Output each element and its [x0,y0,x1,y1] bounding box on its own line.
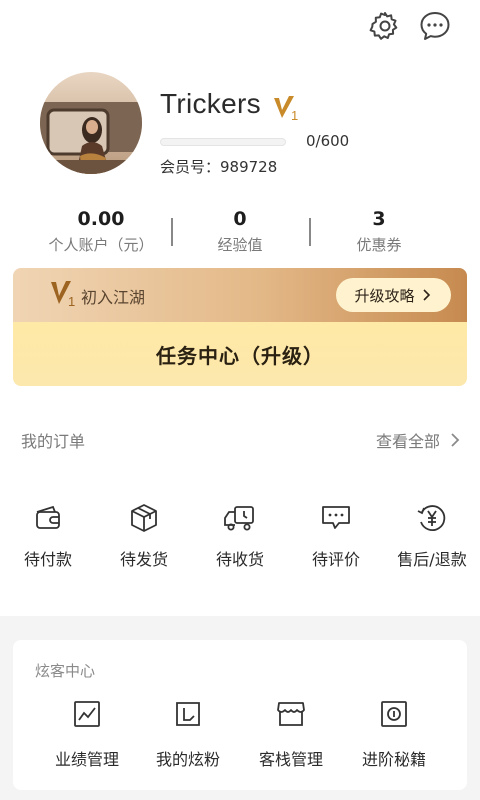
top-bar [0,0,480,56]
stat-value: 0 [233,208,247,230]
stat-label: 优惠券 [356,236,402,254]
xk-inn-management[interactable]: 客栈管理 [239,698,343,770]
order-pending-receipt[interactable]: 待收货 [190,500,290,570]
order-label: 待评价 [311,550,360,569]
xk-advanced-guide[interactable]: 进阶秘籍 [342,698,446,770]
task-center-button[interactable]: 任务中心（升级） [13,322,467,386]
account-stats: 0.00 个人账户（元） 0 经验值 3 优惠券 [0,208,480,258]
stat-balance[interactable]: 0.00 个人账户（元） [31,208,171,255]
view-all-label: 查看全部 [375,432,440,451]
view-all-orders-link[interactable]: 查看全部 [376,428,460,452]
order-label: 待发货 [119,550,168,569]
upgrade-guide-label: 升级攻略 [354,286,415,305]
order-pending-shipment[interactable]: 待发货 [94,500,194,570]
stat-label: 个人账户（元） [48,236,154,254]
comment-icon [286,500,386,536]
fans-card-icon [136,698,240,730]
xp-progress-bar [160,138,286,146]
upgrade-guide-button[interactable]: 升级攻略 [336,278,451,312]
stat-value: 0.00 [77,208,125,230]
chevron-right-icon [451,433,460,447]
profile-section: Trickers 1 0/600 会员号：989728 [40,72,460,182]
member-id: 会员号：989728 [160,158,278,176]
xp-progress-text: 0/600 [306,132,350,150]
xk-performance[interactable]: 业绩管理 [35,698,139,770]
order-label: 售后/退款 [397,550,467,569]
chat-bubble-icon[interactable] [417,8,453,44]
level-name: 初入江湖 [81,288,146,307]
level-card: 1 初入江湖 升级攻略 任务中心（升级） [13,268,467,386]
chevron-right-icon [422,289,430,301]
level-badge-icon: 1 [49,278,79,312]
svg-text:1: 1 [68,294,75,308]
orders-header: 我的订单 查看全部 [0,424,480,454]
stat-experience[interactable]: 0 经验值 [170,208,310,255]
stat-label: 经验值 [217,236,263,254]
avatar[interactable] [40,72,142,174]
xk-label: 客栈管理 [258,750,323,769]
store-icon [239,698,343,730]
stat-value: 3 [372,208,386,230]
xk-center-card: 炫客中心 业绩管理 我的炫粉 客栈管理 进阶秘籍 [13,640,467,790]
svg-text:1: 1 [291,108,298,122]
orders-title: 我的订单 [21,432,86,451]
order-pending-payment[interactable]: 待付款 [0,500,98,570]
package-icon [94,500,194,536]
delivery-truck-icon [190,500,290,536]
xk-my-fans[interactable]: 我的炫粉 [136,698,240,770]
wallet-icon [0,500,98,536]
xk-label: 业绩管理 [54,750,119,769]
xk-label: 进阶秘籍 [361,750,426,769]
order-pending-review[interactable]: 待评价 [286,500,386,570]
order-label: 待付款 [23,550,72,569]
order-label: 待收货 [215,550,264,569]
order-status-row: 待付款 待发货 待收货 待评价 售后/退款 [0,500,480,580]
username: Trickers [160,88,261,119]
level-banner: 1 初入江湖 升级攻略 [13,268,467,322]
yen-refund-icon [382,500,480,536]
info-book-icon [342,698,446,730]
stat-coupons[interactable]: 3 优惠券 [309,208,449,255]
line-chart-icon [35,698,139,730]
gear-icon[interactable] [367,8,403,44]
level-badge-icon: 1 [272,92,302,126]
task-center-label: 任务中心（升级） [156,343,324,368]
xk-center-title: 炫客中心 [35,662,96,680]
order-after-sale[interactable]: 售后/退款 [382,500,480,570]
xk-label: 我的炫粉 [155,750,220,769]
